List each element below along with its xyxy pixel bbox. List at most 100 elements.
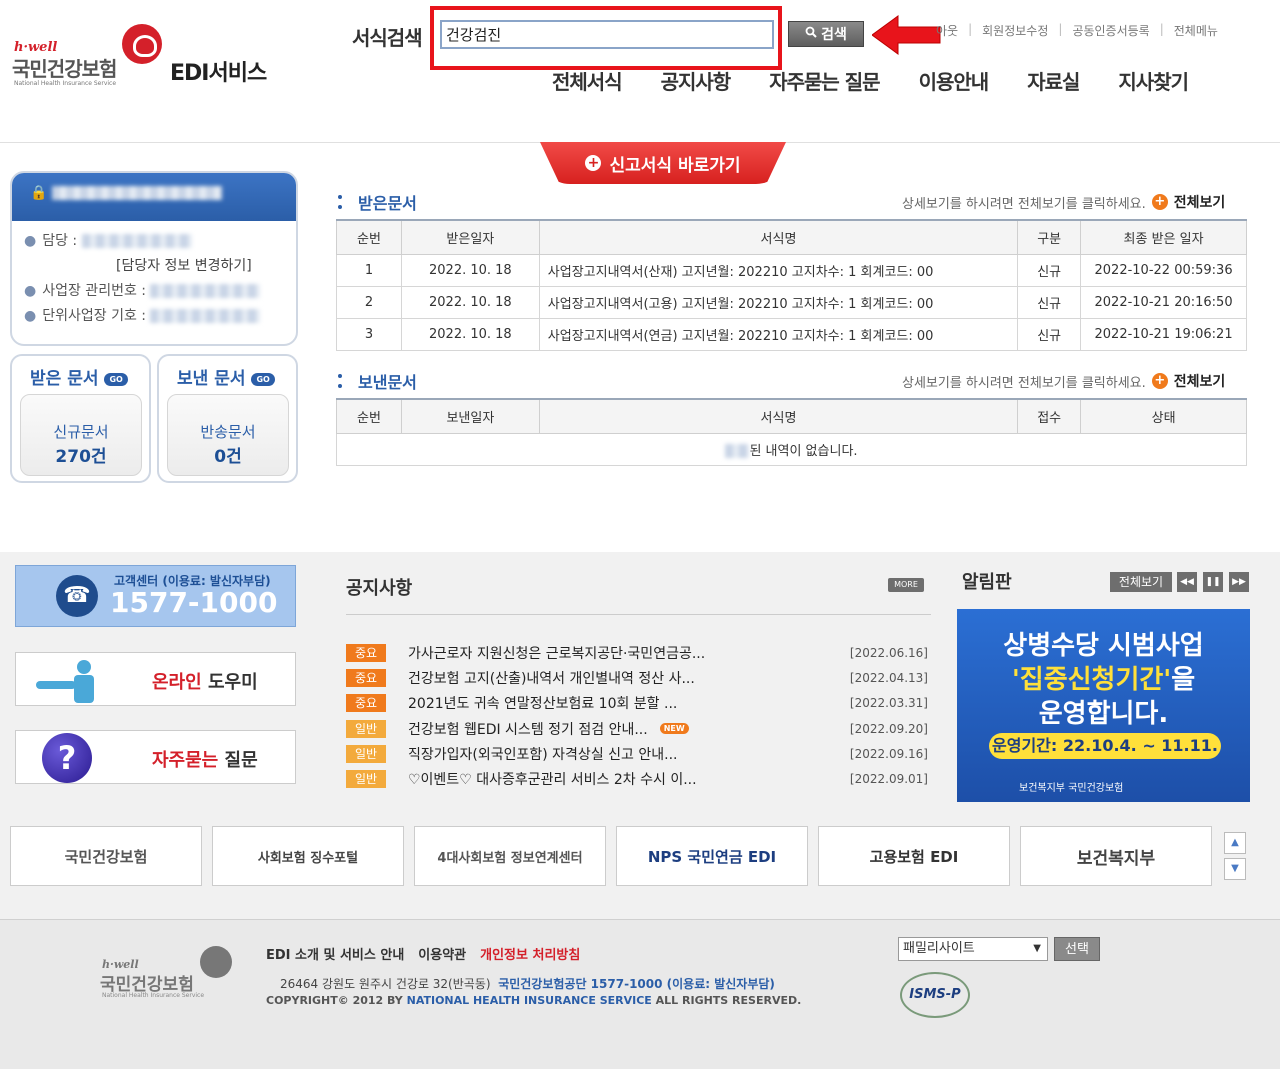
banner-up-icon[interactable]: ▲: [1224, 832, 1246, 854]
family-site-select[interactable]: 패밀리사이트 ▼: [898, 937, 1048, 961]
util-link-cert-register[interactable]: 공동인증서등록: [1072, 22, 1149, 39]
board-footer: 보건복지부 국민건강보험: [1019, 779, 1123, 794]
returned-docs-count[interactable]: 0건: [168, 442, 288, 467]
notice-link[interactable]: 2021년도 귀속 연말정산보험료 10회 분할 ...: [408, 693, 677, 713]
col-header: 상태: [1081, 399, 1247, 433]
online-helper-button[interactable]: 온라인 도우미: [15, 652, 296, 706]
banner-down-icon[interactable]: ▼: [1224, 858, 1246, 880]
badge-important: 중요: [346, 694, 386, 712]
board-pause-icon[interactable]: ❚❚: [1203, 572, 1223, 592]
received-docs-hint: 상세보기를 하시려면 전체보기를 클릭하세요. + 전체보기: [902, 192, 1225, 212]
col-header: 순번: [337, 220, 402, 254]
notice-link[interactable]: ♡이벤트♡ 대사증후군관리 서비스 2차 수시 이...: [408, 769, 697, 789]
doc-title-link[interactable]: 사업장고지내역서(고용) 고지년월: 202210 고지차수: 1 회계코드: …: [539, 286, 1017, 318]
board-title: 알림판: [962, 568, 1012, 594]
banner-arrows: ▲ ▼: [1224, 832, 1246, 884]
notice-link[interactable]: 직장가입자(외국인포함) 자격상실 신고 안내...: [408, 744, 677, 764]
notice-list: 중요 가사근로자 지원신청은 근로복지공단·국민연금공... [2022.06.…: [346, 640, 930, 792]
masked-manager: [82, 234, 192, 248]
go-badge[interactable]: GO: [104, 373, 127, 386]
biz-no-label: 사업장 관리번호 :: [42, 283, 146, 299]
col-header: 서식명: [539, 399, 1017, 433]
table-row[interactable]: 3 2022. 10. 18 사업장고지내역서(연금) 고지년월: 202210…: [337, 318, 1247, 350]
chevron-down-icon: ▼: [1033, 938, 1041, 960]
nav-library[interactable]: 자료실: [1027, 66, 1079, 95]
search-button[interactable]: 검색: [788, 21, 864, 47]
user-info-header: 🔒: [12, 173, 296, 221]
sent-count-box[interactable]: 보낸 문서GO 반송문서 0건: [157, 354, 298, 483]
notice-more-button[interactable]: MORE: [888, 578, 924, 592]
family-site-select-button[interactable]: 선택: [1054, 937, 1100, 961]
notice-link[interactable]: 가사근로자 지원신청은 근로복지공단·국민연금공...: [408, 643, 705, 663]
utility-links: 아웃| 회원정보수정| 공동인증서등록| 전체메뉴: [936, 22, 1218, 39]
col-header: 서식명: [539, 220, 1017, 254]
nav-notices[interactable]: 공지사항: [661, 66, 731, 95]
footer-logo-sub: National Health Insurance Service: [102, 992, 204, 999]
go-badge[interactable]: GO: [251, 373, 274, 386]
logo-subtitle: National Health Insurance Service: [14, 80, 116, 87]
list-item[interactable]: 중요 2021년도 귀속 연말정산보험료 10회 분할 ... [2022.03…: [346, 691, 930, 716]
util-link-member-edit[interactable]: 회원정보수정: [982, 22, 1048, 39]
banner-nhis[interactable]: 국민건강보험: [10, 826, 202, 886]
board-line-3: 운영합니다.: [957, 693, 1250, 730]
footer-link-edi-intro[interactable]: EDI 소개 및 서비스 안내: [266, 944, 404, 963]
board-next-icon[interactable]: ▶▶: [1229, 572, 1249, 592]
list-item[interactable]: 중요 가사근로자 지원신청은 근로복지공단·국민연금공... [2022.06.…: [346, 640, 930, 665]
util-link-logout[interactable]: 아웃: [936, 22, 958, 39]
banner-nps-edi[interactable]: NPS 국민연금 EDI: [616, 826, 808, 886]
banner-employment-edi[interactable]: 고용보험 EDI: [818, 826, 1010, 886]
board-period: 운영기간: 22.10.4. ~ 11.11.: [989, 733, 1221, 759]
nav-faq[interactable]: 자주묻는 질문: [769, 66, 879, 95]
banner-mohw[interactable]: 보건복지부: [1020, 826, 1212, 886]
search-icon: [805, 26, 817, 42]
new-docs-label: 신규문서: [21, 421, 141, 442]
returned-docs-label: 반송문서: [168, 421, 288, 442]
badge-important: 중요: [346, 669, 386, 687]
received-view-all-link[interactable]: 전체보기: [1174, 192, 1226, 212]
main-nav: 전체서식 공지사항 자주묻는 질문 이용안내 자료실 지사찾기: [552, 66, 1227, 95]
received-docs-section-title: 받은문서: [338, 190, 417, 214]
col-header: 구분: [1018, 220, 1081, 254]
notice-date: [2022.09.20]: [850, 722, 928, 736]
banner-social-insurance-portal[interactable]: 사회보험 징수포털: [212, 826, 404, 886]
col-header: 받은일자: [401, 220, 539, 254]
table-row[interactable]: 2 2022. 10. 18 사업장고지내역서(고용) 고지년월: 202210…: [337, 286, 1247, 318]
faq-button[interactable]: ? 자주묻는 질문: [15, 730, 296, 784]
footer-link-privacy[interactable]: 개인정보 처리방침: [480, 944, 580, 963]
util-link-all-menu[interactable]: 전체메뉴: [1174, 22, 1218, 39]
notice-link[interactable]: 건강보험 웹EDI 시스템 정기 점검 안내...: [408, 719, 648, 739]
change-manager-link[interactable]: [담당자 정보 변경하기]: [116, 258, 252, 274]
table-row[interactable]: 1 2022. 10. 18 사업장고지내역서(산재) 고지년월: 202210…: [337, 254, 1247, 286]
search-input[interactable]: [440, 20, 774, 49]
board-prev-icon[interactable]: ◀◀: [1177, 572, 1197, 592]
notice-divider: [346, 614, 931, 615]
nav-branch-finder[interactable]: 지사찾기: [1118, 66, 1188, 95]
board-banner[interactable]: 상병수당 시범사업 '집중신청기간'을 운영합니다. 운영기간: 22.10.4…: [957, 609, 1250, 802]
report-form-shortcut[interactable]: + 신고서식 바로가기: [540, 142, 786, 184]
footer-link-terms[interactable]: 이용약관: [418, 944, 466, 963]
list-item[interactable]: 일반 ♡이벤트♡ 대사증후군관리 서비스 2차 수시 이... [2022.09…: [346, 766, 930, 791]
lock-icon: 🔒: [30, 185, 47, 201]
sent-view-all-link[interactable]: 전체보기: [1174, 371, 1226, 391]
notice-link[interactable]: 건강보험 고지(산출)내역서 개인별내역 정산 사...: [408, 668, 695, 688]
user-info-box: 🔒 ●담당 : [담당자 정보 변경하기] ●사업장 관리번호 : ●단위사업장…: [10, 171, 298, 346]
notice-date: [2022.04.13]: [850, 671, 928, 685]
logo-name[interactable]: 국민건강보험: [12, 53, 116, 82]
nav-all-forms[interactable]: 전체서식: [552, 66, 622, 95]
list-item[interactable]: 일반 건강보험 웹EDI 시스템 정기 점검 안내... NEW [2022.0…: [346, 716, 930, 741]
masked-text: [725, 444, 749, 458]
received-count-box[interactable]: 받은 문서 GO 신규문서 270건: [10, 354, 151, 483]
received-count-title: 받은 문서: [30, 369, 98, 389]
list-item[interactable]: 중요 건강보험 고지(산출)내역서 개인별내역 정산 사... [2022.04…: [346, 665, 930, 690]
col-header: 접수: [1018, 399, 1081, 433]
manager-label: 담당 :: [42, 233, 77, 249]
doc-title-link[interactable]: 사업장고지내역서(산재) 고지년월: 202210 고지차수: 1 회계코드: …: [539, 254, 1017, 286]
list-item[interactable]: 일반 직장가입자(외국인포함) 자격상실 신고 안내... [2022.09.1…: [346, 741, 930, 766]
question-icon: ?: [42, 733, 92, 783]
nav-guide[interactable]: 이용안내: [919, 66, 989, 95]
banner-4-insurance-center[interactable]: 4대사회보험 정보연계센터: [414, 826, 606, 886]
new-docs-count[interactable]: 270건: [21, 442, 141, 467]
report-form-shortcut-label: 신고서식 바로가기: [609, 151, 740, 176]
doc-title-link[interactable]: 사업장고지내역서(연금) 고지년월: 202210 고지차수: 1 회계코드: …: [539, 318, 1017, 350]
board-view-all-button[interactable]: 전체보기: [1110, 572, 1172, 592]
